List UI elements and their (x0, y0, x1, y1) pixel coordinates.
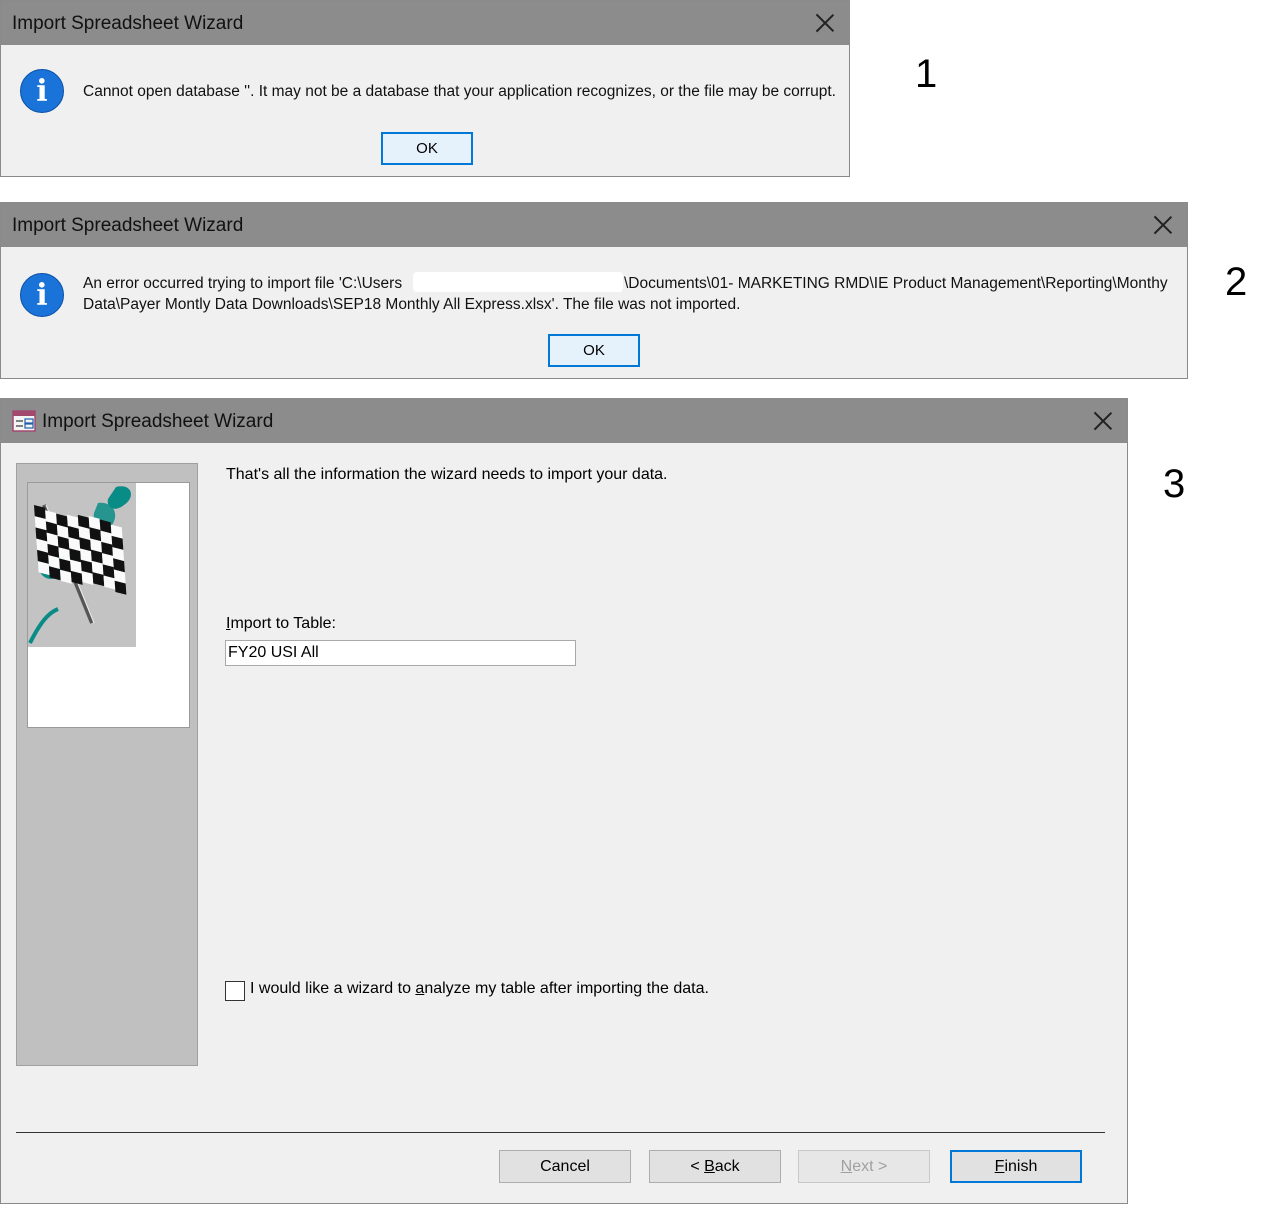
redaction-mark (413, 272, 623, 292)
wizard-side-panel (16, 463, 198, 1066)
close-icon[interactable] (1090, 408, 1116, 434)
checkbox-label-part1: I would like a wizard to (250, 980, 416, 997)
dialog-2-title: Import Spreadsheet Wizard (12, 215, 244, 236)
checkbox-label-part2: nalyze my table after importing the data… (424, 980, 709, 997)
analyze-checkbox-label[interactable]: I would like a wizard to analyze my tabl… (250, 980, 709, 998)
close-icon[interactable] (1150, 212, 1176, 238)
marker-2: 2 (1225, 260, 1248, 304)
wizard-intro-text: That's all the information the wizard ne… (226, 466, 668, 483)
marker-3: 3 (1163, 462, 1186, 506)
checkered-flag-icon (28, 483, 136, 647)
next-button[interactable]: Next > (798, 1150, 930, 1183)
close-icon[interactable] (812, 10, 838, 36)
import-label-rest: mport to Table: (230, 615, 336, 632)
footer-divider (16, 1132, 1105, 1133)
wizard-titlebar: Import Spreadsheet Wizard (1, 399, 1127, 443)
wizard-graphic-frame (27, 482, 190, 728)
error-dialog-1: Import Spreadsheet Wizard i Cannot open … (0, 0, 850, 177)
info-icon: i (20, 273, 64, 317)
checkbox-label-accel: a (415, 980, 425, 997)
back-label-prefix: < (690, 1158, 705, 1175)
next-label-rest: ext > (852, 1158, 888, 1175)
dialog-1-titlebar: Import Spreadsheet Wizard (1, 1, 849, 45)
dialog-2-message-line2: Data\Payer Montly Data Downloads\SEP18 M… (83, 296, 741, 313)
back-label-rest: ack (714, 1158, 740, 1175)
dialog-2-message-line1-end: \Documents\01- MARKETING RMD\IE Product … (624, 275, 1168, 292)
finish-label-accel: F (994, 1158, 1005, 1175)
cancel-button[interactable]: Cancel (499, 1150, 631, 1183)
back-label-accel: B (704, 1158, 715, 1175)
marker-1: 1 (915, 52, 938, 96)
ok-button[interactable]: OK (381, 132, 473, 165)
dialog-1-message: Cannot open database ''. It may not be a… (83, 83, 836, 100)
import-to-table-label: Import to Table: (226, 615, 336, 633)
analyze-checkbox[interactable] (225, 981, 245, 1001)
app-table-icon (12, 410, 36, 432)
ok-button[interactable]: OK (548, 334, 640, 367)
info-icon: i (20, 69, 64, 113)
finish-button[interactable]: Finish (950, 1150, 1082, 1183)
next-label-accel: N (840, 1158, 853, 1175)
error-dialog-2: Import Spreadsheet Wizard i An error occ… (0, 202, 1188, 379)
dialog-1-title: Import Spreadsheet Wizard (12, 13, 244, 34)
table-name-input[interactable] (225, 640, 576, 666)
dialog-2-titlebar: Import Spreadsheet Wizard (1, 203, 1187, 247)
import-wizard-dialog: Import Spreadsheet Wizard That's all the… (0, 398, 1128, 1204)
wizard-title: Import Spreadsheet Wizard (42, 411, 274, 432)
back-button[interactable]: < Back (649, 1150, 781, 1183)
finish-label-rest: inish (1004, 1158, 1038, 1175)
dialog-2-message-line1-start: An error occurred trying to import file … (83, 275, 403, 292)
